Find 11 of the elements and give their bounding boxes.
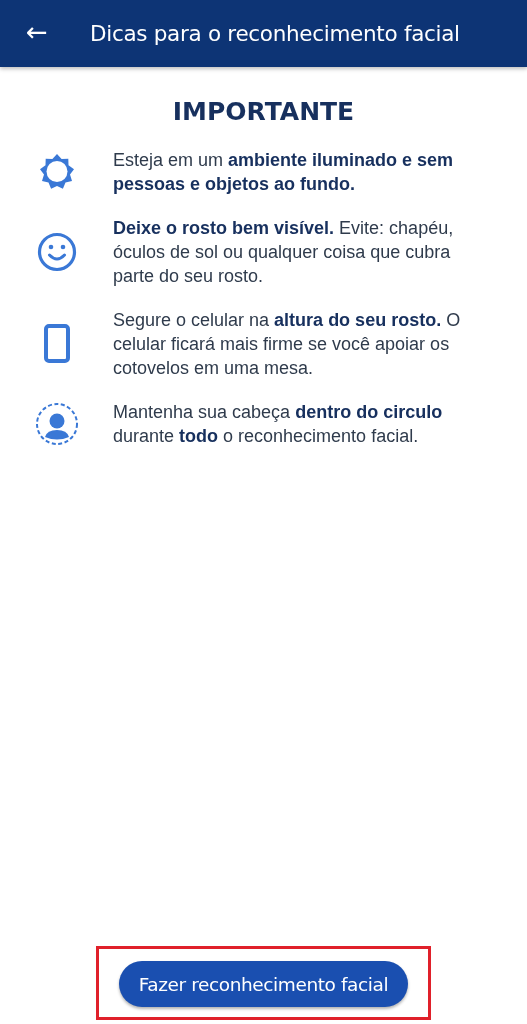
face-frame-icon (34, 402, 79, 446)
start-button[interactable]: Fazer reconhecimento facial (118, 961, 409, 1007)
tip-text: Deixe o rosto bem visível. Evite: chapéu, óculos de sol ou qualquer coisa que cubra parte do seu rosto. (113, 217, 455, 288)
screen-title: Dicas para o reconhecimento facial (90, 21, 460, 46)
tip-text: Mantenha sua cabeça dentro do circulo durante todo o reconhecimento facial. (113, 401, 444, 448)
section-heading: IMPORTANTE (171, 97, 356, 126)
back-button[interactable]: ← (22, 16, 52, 51)
tip-text: Esteja em um ambiente iluminado e sem pessoas e objetos ao fundo. (113, 149, 455, 196)
phone-icon (43, 324, 70, 364)
smiley-icon (36, 232, 77, 272)
tip-text: Segure o celular na altura do seu rosto. O celular ficará mais firme se você apoiar os cotovelos em uma mesa. (113, 309, 462, 380)
